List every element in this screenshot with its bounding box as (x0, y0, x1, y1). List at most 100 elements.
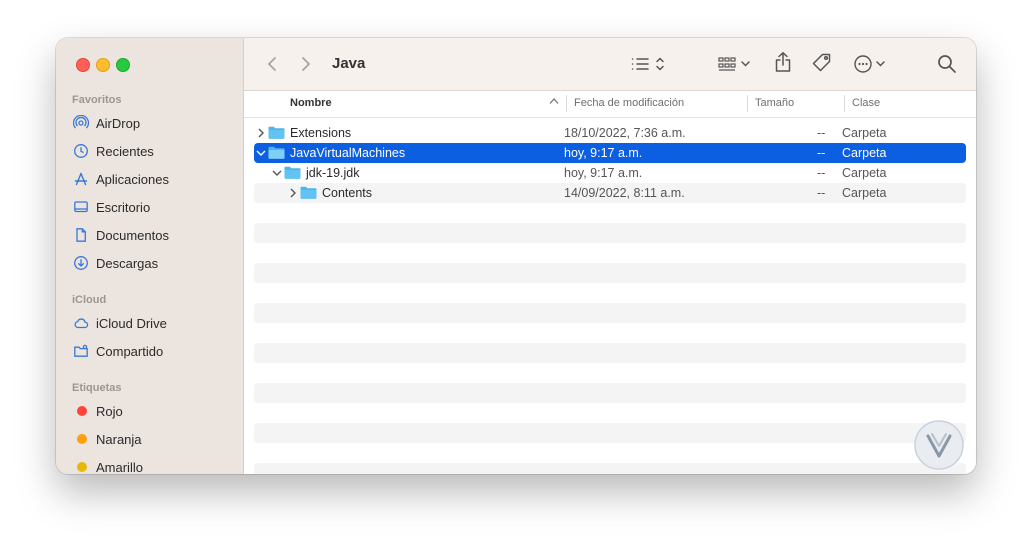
column-size[interactable]: Tamaño (755, 97, 794, 109)
minimize-button[interactable] (96, 58, 110, 72)
sidebar-item-aplicaciones[interactable]: Aplicaciones (72, 168, 232, 190)
tag-button[interactable] (810, 51, 834, 75)
folder-icon (300, 186, 317, 199)
empty-row (254, 343, 966, 363)
file-row-javavirtualmachines[interactable]: JavaVirtualMachines hoy, 9:17 a.m. -- Ca… (254, 143, 966, 163)
document-icon (72, 227, 89, 244)
close-button[interactable] (76, 58, 90, 72)
sidebar-item-label: Aplicaciones (96, 171, 169, 187)
sidebar-tag-rojo[interactable]: Rojo (72, 400, 232, 422)
sort-ascending-icon[interactable] (549, 97, 559, 107)
file-kind: Carpeta (842, 166, 887, 180)
search-icon (938, 55, 956, 73)
sidebar-header-icloud: iCloud (72, 294, 107, 306)
file-date: hoy, 9:17 a.m. (564, 166, 643, 180)
clock-icon (72, 143, 89, 160)
column-header: Nombre Fecha de modificación Tamaño Clas… (244, 91, 976, 118)
sidebar-item-airdrop[interactable]: AirDrop (72, 112, 232, 134)
empty-row (254, 263, 966, 283)
sidebar-header-favorites: Favoritos (72, 94, 122, 106)
forward-button[interactable] (298, 52, 314, 76)
finder-window: Favoritos AirDrop Recientes Aplicaciones… (56, 38, 976, 474)
sidebar-item-compartido[interactable]: Compartido (72, 340, 232, 362)
chevron-right-icon[interactable] (288, 188, 298, 198)
share-button[interactable] (772, 50, 794, 74)
column-separator[interactable] (747, 95, 748, 112)
sidebar-item-label: AirDrop (96, 115, 141, 131)
cloud-icon (72, 315, 89, 332)
sidebar-item-icloud-drive[interactable]: iCloud Drive (72, 312, 232, 334)
sidebar-item-label: Descargas (96, 255, 159, 271)
sidebar-item-descargas[interactable]: Descargas (72, 252, 232, 274)
sidebar-item-escritorio[interactable]: Escritorio (72, 196, 232, 218)
column-name[interactable]: Nombre (290, 97, 332, 109)
empty-row (254, 463, 966, 474)
applications-icon (72, 171, 89, 188)
tag-color-dot (72, 459, 89, 475)
watermark-logo-icon (914, 420, 964, 470)
sidebar-tag-amarillo[interactable]: Amarillo (72, 456, 232, 474)
toolbar: Java (244, 38, 976, 91)
zoom-button[interactable] (116, 58, 130, 72)
sidebar-item-label: Escritorio (96, 199, 151, 215)
sidebar: Favoritos AirDrop Recientes Aplicaciones… (56, 38, 244, 474)
file-name: JavaVirtualMachines (290, 146, 406, 160)
column-date[interactable]: Fecha de modificación (574, 97, 684, 109)
airdrop-icon (72, 115, 89, 132)
tag-icon (812, 53, 831, 72)
folder-icon (268, 126, 285, 139)
file-row-contents[interactable]: Contents 14/09/2022, 8:11 a.m. -- Carpet… (254, 183, 966, 203)
sidebar-item-label: Rojo (96, 403, 123, 419)
sidebar-tag-naranja[interactable]: Naranja (72, 428, 232, 450)
search-button[interactable] (936, 52, 958, 76)
back-icon (268, 57, 276, 71)
file-kind: Carpeta (842, 126, 887, 140)
file-list: Extensions 18/10/2022, 7:36 a.m. -- Carp… (244, 118, 976, 474)
column-separator[interactable] (844, 95, 845, 112)
file-date: hoy, 9:17 a.m. (564, 146, 643, 160)
list-view-icon (631, 57, 664, 71)
more-actions-button[interactable] (852, 52, 892, 76)
file-name: jdk-19.jdk (306, 166, 360, 180)
column-separator[interactable] (566, 95, 567, 112)
folder-icon (268, 146, 285, 159)
chevron-down-icon[interactable] (272, 168, 282, 178)
sidebar-item-label: Recientes (96, 143, 154, 159)
sidebar-item-label: iCloud Drive (96, 315, 167, 331)
file-size: -- (817, 186, 826, 200)
file-row-extensions[interactable]: Extensions 18/10/2022, 7:36 a.m. -- Carp… (254, 123, 966, 143)
sidebar-item-label: Documentos (96, 227, 169, 243)
group-icon (718, 57, 750, 71)
group-button[interactable] (716, 52, 756, 76)
file-size: -- (817, 126, 826, 140)
desktop-icon (72, 199, 89, 216)
forward-icon (302, 57, 310, 71)
shared-folder-icon (72, 343, 89, 360)
window-title: Java (332, 55, 366, 72)
tag-color-dot (72, 431, 89, 448)
file-kind: Carpeta (842, 186, 887, 200)
chevron-right-icon[interactable] (256, 128, 266, 138)
sidebar-header-tags: Etiquetas (72, 382, 122, 394)
sidebar-item-label: Amarillo (96, 459, 143, 475)
empty-row (254, 423, 966, 443)
back-button[interactable] (264, 52, 280, 76)
column-kind[interactable]: Clase (852, 97, 880, 109)
file-name: Contents (322, 186, 373, 200)
file-row-jdk-19[interactable]: jdk-19.jdk hoy, 9:17 a.m. -- Carpeta (254, 163, 966, 183)
chevron-down-icon[interactable] (256, 148, 266, 158)
file-size: -- (817, 146, 826, 160)
view-options-button[interactable] (628, 52, 668, 76)
sidebar-item-recientes[interactable]: Recientes (72, 140, 232, 162)
share-icon (775, 52, 791, 72)
sidebar-item-label: Compartido (96, 343, 164, 359)
empty-row (254, 303, 966, 323)
folder-icon (284, 166, 301, 179)
file-date: 18/10/2022, 7:36 a.m. (564, 126, 686, 140)
empty-row (254, 383, 966, 403)
sidebar-item-label: Naranja (96, 431, 142, 447)
download-icon (72, 255, 89, 272)
tag-color-dot (72, 403, 89, 420)
sidebar-item-documentos[interactable]: Documentos (72, 224, 232, 246)
empty-row (254, 223, 966, 243)
